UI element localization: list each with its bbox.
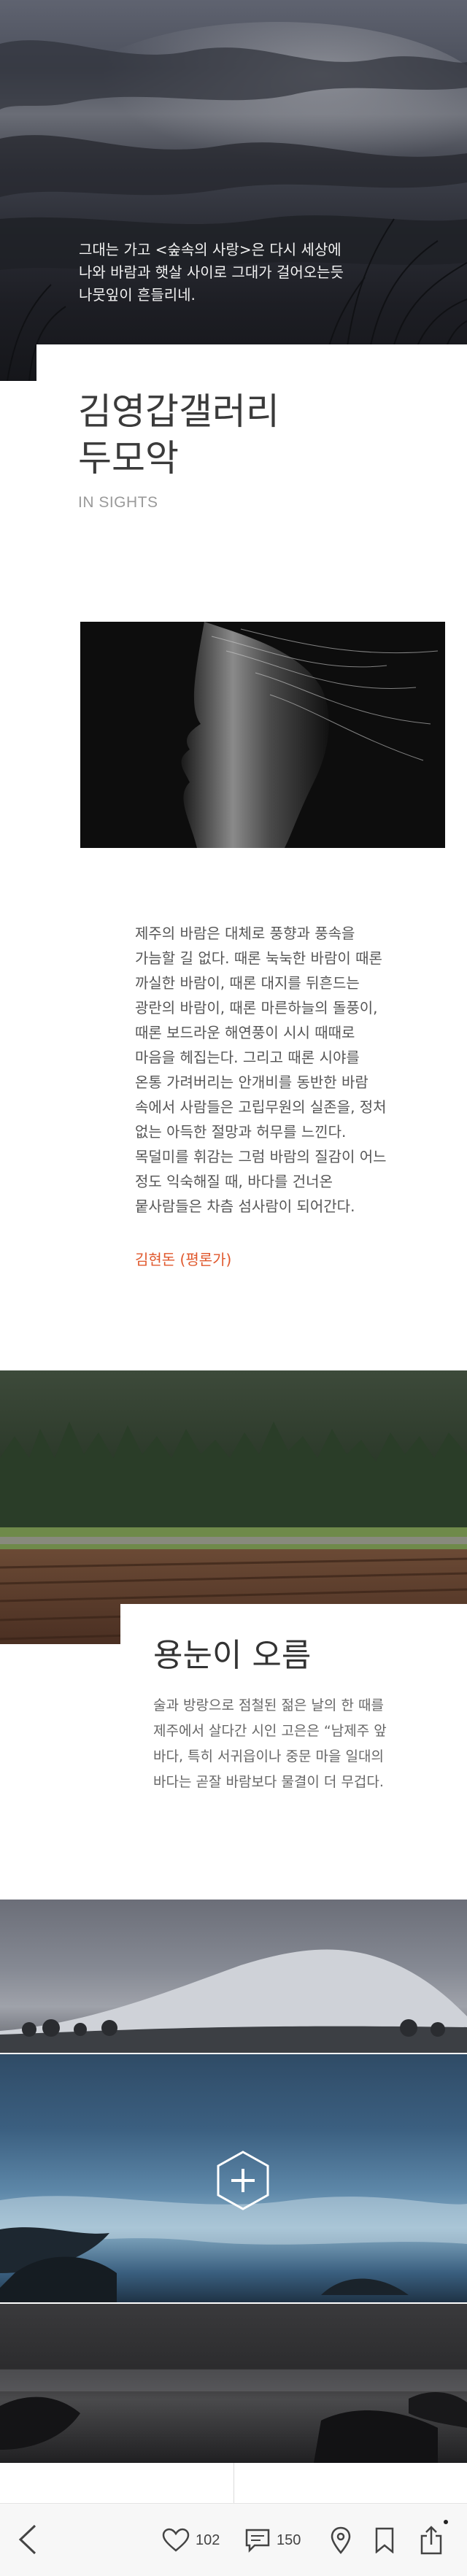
scroll-indicator <box>444 2520 448 2524</box>
back-button[interactable] <box>15 2523 44 2556</box>
hero-caption-line: 나뭇잎이 흔들리네. <box>79 286 196 304</box>
share-icon <box>420 2526 442 2555</box>
forest-field-illustration <box>0 1370 467 1644</box>
hill-illustration <box>0 1949 467 2053</box>
essay-line: 마음을 헤집는다. 그리고 때론 시야를 <box>135 1049 360 1066</box>
bottom-toolbar: 102 150 <box>0 2503 467 2576</box>
essay-line: 없는 아득한 절망과 허무를 느낀다. <box>135 1123 347 1141</box>
essay-line: 속에서 사람들은 고립무원의 실존을, 정처 <box>135 1098 387 1116</box>
oreum-text: 술과 방랑으로 점철된 젊은 날의 한 때를 제주에서 살다간 시인 고은은 “… <box>153 1693 452 1795</box>
location-button[interactable] <box>330 2504 352 2576</box>
essay-text: 제주의 바람은 대체로 풍향과 풍속을 가늠할 길 없다. 때론 눅눅한 바람이… <box>135 921 441 1219</box>
add-button[interactable] <box>216 2150 270 2211</box>
forest-field-photo <box>0 1370 467 1644</box>
essay-line: 목덜미를 휘감는 그럼 바람의 질감이 어느 <box>135 1148 387 1165</box>
plus-hexagon-icon <box>217 2151 269 2210</box>
oreum-line: 바다, 특히 서귀읍이나 중문 마을 일대의 <box>153 1748 384 1765</box>
essay-author: 김현돈 (평론가) <box>135 1251 232 1268</box>
section-title: 용눈이 오름 <box>153 1637 312 1674</box>
location-pin-icon <box>331 2526 351 2554</box>
hero-image: 그대는 가고 <숲속의 사랑>은 다시 세상에 나와 바람과 햇살 사이로 그대… <box>0 0 467 381</box>
essay-line: 가늠할 길 없다. 때론 눅눅한 바람이 때론 <box>135 949 382 967</box>
comment-button[interactable]: 150 <box>244 2504 301 2576</box>
essay-line: 뭍사람들은 차츰 섬사람이 되어간다. <box>135 1198 355 1215</box>
comment-count: 150 <box>277 2531 301 2548</box>
gallery-photo-hill[interactable] <box>0 1900 467 2053</box>
heart-icon <box>162 2528 190 2552</box>
like-button[interactable]: 102 <box>162 2504 220 2576</box>
hero-caption: 그대는 가고 <숲속의 사랑>은 다시 세상에 나와 바람과 햇살 사이로 그대… <box>79 239 422 306</box>
essay-line: 정도 익숙해질 때, 바다를 건너온 <box>135 1173 333 1190</box>
portrait-illustration <box>80 622 445 848</box>
back-icon <box>18 2524 36 2555</box>
essay-line: 광란의 바람이, 때론 마른하늘의 돌풍이, <box>135 999 378 1017</box>
hero-caption-line: 나와 바람과 햇살 사이로 그대가 걸어오는듯 <box>79 263 344 281</box>
gallery-photo-rocks[interactable] <box>0 2304 467 2463</box>
share-button[interactable] <box>420 2504 443 2576</box>
page-title: 김영갑갤러리 두모악 <box>78 388 279 482</box>
bookmark-icon <box>375 2527 394 2553</box>
rocks-illustration <box>0 2369 467 2463</box>
oreum-line: 바다는 곧잘 바람보다 물결이 더 무겁다. <box>153 1774 384 1790</box>
essay-line: 때론 보드라운 해연풍이 시시 때때로 <box>135 1024 355 1041</box>
hero-sky-clouds <box>0 22 467 381</box>
portrait-photo <box>80 622 445 848</box>
page-title-line: 김영갑갤러리 <box>78 390 279 433</box>
essay-line: 제주의 바람은 대체로 풍향과 풍속을 <box>135 925 355 942</box>
hero-caption-line: 그대는 가고 <숲속의 사랑>은 다시 세상에 <box>79 241 341 258</box>
like-count: 102 <box>196 2531 220 2548</box>
page-subtitle: IN SIGHTS <box>78 494 158 511</box>
comment-icon <box>245 2529 270 2553</box>
essay-line: 까실한 바람이, 때론 대지를 뒤흔드는 <box>135 974 360 992</box>
oreum-line: 제주에서 살다간 시인 고은은 “남제주 앞 <box>153 1723 387 1739</box>
bookmark-button[interactable] <box>374 2504 395 2576</box>
oreum-line: 술과 방랑으로 점철된 젊은 날의 한 때를 <box>153 1697 384 1713</box>
essay-line: 온통 가려버리는 안개비를 동반한 바람 <box>135 1073 368 1091</box>
page-title-line: 두모악 <box>78 437 179 479</box>
title-card: 김영갑갤러리 두모악 IN SIGHTS <box>36 344 467 549</box>
